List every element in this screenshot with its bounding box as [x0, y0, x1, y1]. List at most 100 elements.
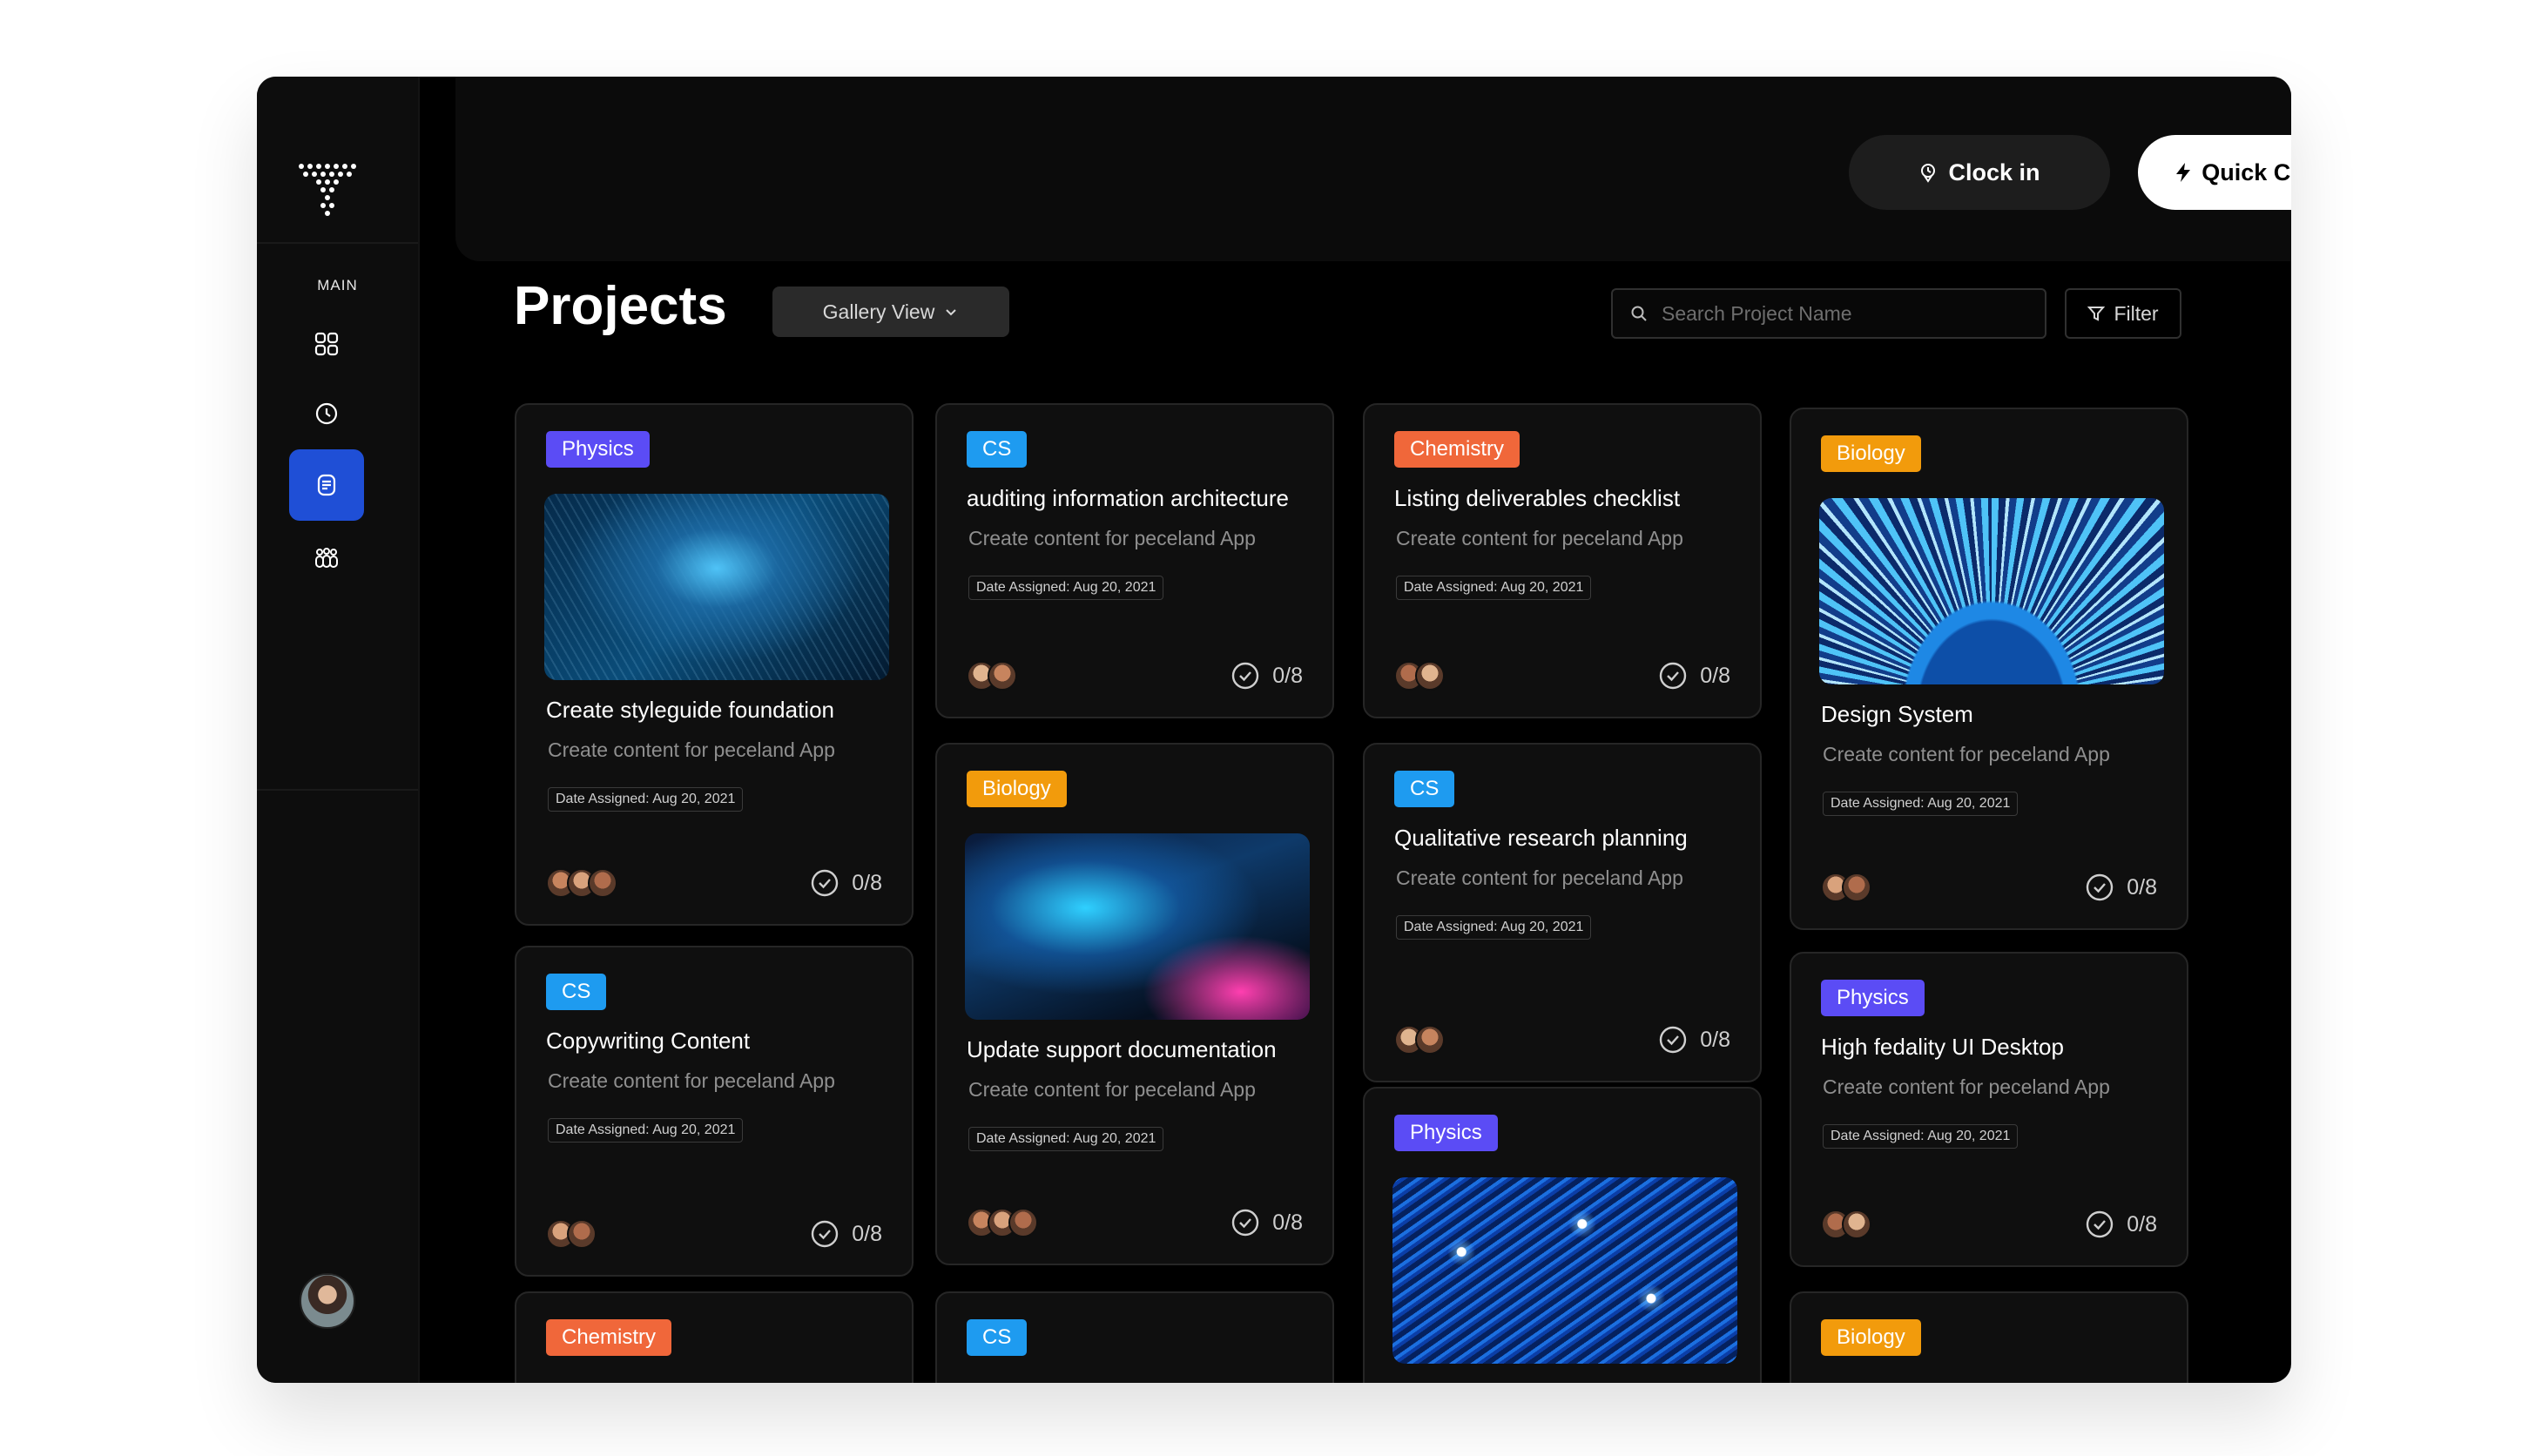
date-assigned: Date Assigned: Aug 20, 2021 — [548, 787, 744, 812]
sidebar: MAIN — [257, 77, 420, 1383]
project-card[interactable]: CS Qualitative research planning Create co… — [1363, 743, 1762, 1082]
assignee-avatars[interactable] — [546, 1219, 597, 1249]
brand-logo — [299, 164, 361, 216]
date-assigned: Date Assigned: Aug 20, 2021 — [1396, 576, 1592, 600]
sidebar-item-time[interactable] — [289, 378, 364, 449]
check-circle-icon — [1660, 1026, 1687, 1054]
progress-count: 0/8 — [1700, 1027, 1730, 1052]
project-title: Design System — [1821, 701, 1973, 727]
avatar — [567, 1219, 597, 1249]
sidebar-section-label: MAIN — [317, 277, 358, 293]
avatar — [1415, 661, 1445, 691]
check-circle-icon — [1232, 1209, 1259, 1237]
assignee-avatars[interactable] — [1394, 1025, 1445, 1055]
project-card[interactable]: CS — [935, 1291, 1334, 1383]
project-title: Qualitative research planning — [1394, 825, 1688, 851]
category-tag: Biology — [967, 771, 1067, 807]
view-selector[interactable]: Gallery View — [772, 286, 1009, 337]
task-progress: 0/8 — [810, 868, 882, 898]
task-progress: 0/8 — [2085, 1210, 2157, 1239]
lightning-icon — [2176, 163, 2191, 182]
progress-count: 0/8 — [2127, 1211, 2157, 1237]
category-tag: CS — [967, 1319, 1028, 1356]
filter-label: Filter — [2114, 301, 2159, 325]
progress-count: 0/8 — [852, 1221, 882, 1246]
project-subtitle: Create content for peceland App — [968, 527, 1256, 549]
app-window: MAIN Clock in Quick C Projects Gallery V… — [257, 77, 2291, 1383]
assignee-avatars[interactable] — [1821, 873, 1871, 902]
category-tag: Physics — [1821, 980, 1925, 1016]
project-card[interactable]: Physics Create styleguide foundation Creat… — [515, 403, 914, 926]
category-tag: Chemistry — [1394, 431, 1520, 468]
project-card[interactable]: Biology Design System Create content for p… — [1790, 408, 2188, 930]
check-circle-icon — [2087, 1210, 2114, 1238]
date-assigned: Date Assigned: Aug 20, 2021 — [1823, 1124, 2019, 1149]
task-progress: 0/8 — [1231, 661, 1303, 691]
project-subtitle: Create content for peceland App — [1396, 866, 1683, 889]
search-icon — [1631, 306, 1647, 321]
project-title: High fedality UI Desktop — [1821, 1034, 2064, 1060]
progress-count: 0/8 — [2127, 874, 2157, 900]
project-subtitle: Create content for peceland App — [1396, 527, 1683, 549]
assignee-avatars[interactable] — [967, 661, 1017, 691]
avatar — [1415, 1025, 1445, 1055]
location-clock-icon — [1921, 164, 1936, 183]
date-assigned: Date Assigned: Aug 20, 2021 — [1396, 915, 1592, 940]
view-selector-label: Gallery View — [822, 300, 935, 323]
category-tag: CS — [546, 974, 607, 1010]
check-circle-icon — [1232, 662, 1259, 690]
category-tag: CS — [967, 431, 1028, 468]
sidebar-divider — [257, 789, 418, 791]
assignee-avatars[interactable] — [1394, 661, 1445, 691]
filter-button[interactable]: Filter — [2065, 288, 2181, 339]
sidebar-item-team[interactable] — [289, 522, 364, 594]
category-tag: Physics — [1394, 1115, 1498, 1151]
quick-clock-in-button[interactable]: Quick Clock in — [2138, 135, 2291, 210]
clock-icon — [315, 402, 338, 425]
date-assigned: Date Assigned: Aug 20, 2021 — [548, 1118, 744, 1143]
project-title: Copywriting Content — [546, 1028, 751, 1054]
project-card[interactable]: Chemistry — [515, 1291, 914, 1383]
clock-in-button[interactable]: Clock in — [1849, 135, 2110, 210]
top-bar: Clock in Quick Clock in — [455, 77, 2291, 261]
avatar — [988, 661, 1017, 691]
project-subtitle: Create content for peceland App — [968, 1078, 1256, 1101]
task-progress: 0/8 — [810, 1219, 882, 1249]
avatar — [1842, 1210, 1871, 1239]
assignee-avatars[interactable] — [967, 1208, 1038, 1237]
assignee-avatars[interactable] — [546, 868, 617, 898]
project-card[interactable]: Biology — [1790, 1291, 2188, 1383]
project-subtitle: Create content for peceland App — [1823, 743, 2110, 765]
project-card[interactable]: Physics High fedality UI Desktop Create co… — [1790, 952, 2188, 1267]
sidebar-item-projects[interactable] — [289, 449, 364, 521]
project-title: auditing information architecture — [967, 485, 1289, 511]
project-card[interactable]: CS auditing information architecture Creat… — [935, 403, 1334, 718]
avatar — [1842, 873, 1871, 902]
avatar — [1008, 1208, 1038, 1237]
assignee-avatars[interactable] — [1821, 1210, 1871, 1239]
avatar — [588, 868, 617, 898]
sidebar-item-dashboard[interactable] — [289, 308, 364, 380]
chevron-down-icon — [946, 309, 957, 316]
project-card[interactable]: Biology Update support documentation Creat… — [935, 743, 1334, 1265]
project-thumbnail — [965, 833, 1310, 1020]
search-input[interactable] — [1660, 300, 2029, 327]
category-tag: Chemistry — [546, 1319, 672, 1356]
project-subtitle: Create content for peceland App — [548, 1069, 835, 1092]
check-circle-icon — [2087, 873, 2114, 901]
project-subtitle: Create content for peceland App — [1823, 1075, 2110, 1098]
category-tag: Physics — [546, 431, 650, 468]
project-card[interactable]: Chemistry Listing deliverables checklist C… — [1363, 403, 1762, 718]
project-title: Listing deliverables checklist — [1394, 485, 1681, 511]
progress-count: 0/8 — [1272, 1210, 1303, 1235]
category-tag: Biology — [1821, 1319, 1921, 1356]
date-assigned: Date Assigned: Aug 20, 2021 — [968, 576, 1164, 600]
project-card[interactable]: CS Copywriting Content Create content for … — [515, 946, 914, 1277]
search-box[interactable] — [1611, 288, 2046, 339]
check-circle-icon — [812, 869, 839, 897]
user-avatar[interactable] — [300, 1273, 355, 1329]
task-progress: 0/8 — [1231, 1208, 1303, 1237]
project-thumbnail — [1392, 1177, 1737, 1364]
project-card[interactable]: Physics — [1363, 1087, 1762, 1383]
date-assigned: Date Assigned: Aug 20, 2021 — [1823, 792, 2019, 816]
